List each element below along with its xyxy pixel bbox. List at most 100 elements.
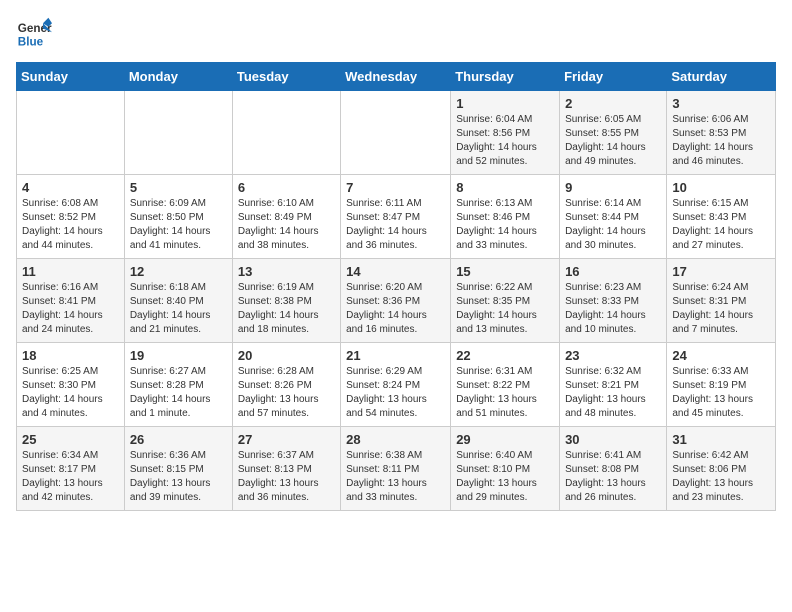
day-info: Sunrise: 6:14 AM Sunset: 8:44 PM Dayligh… bbox=[565, 197, 661, 253]
day-info: Sunrise: 6:04 AM Sunset: 8:56 PM Dayligh… bbox=[456, 113, 554, 169]
day-number: 20 bbox=[238, 348, 335, 363]
weekday-header-saturday: Saturday bbox=[667, 63, 776, 91]
day-number: 17 bbox=[672, 264, 770, 279]
calendar-cell: 26 Sunrise: 6:36 AM Sunset: 8:15 PM Dayli… bbox=[124, 427, 232, 511]
logo-icon: General Blue bbox=[16, 16, 52, 52]
calendar-table: SundayMondayTuesdayWednesdayThursdayFrid… bbox=[16, 62, 776, 511]
calendar-cell: 25 Sunrise: 6:34 AM Sunset: 8:17 PM Dayli… bbox=[17, 427, 125, 511]
day-number: 16 bbox=[565, 264, 661, 279]
day-number: 10 bbox=[672, 180, 770, 195]
day-info: Sunrise: 6:22 AM Sunset: 8:35 PM Dayligh… bbox=[456, 281, 554, 337]
calendar-cell: 1 Sunrise: 6:04 AM Sunset: 8:56 PM Daylig… bbox=[451, 91, 560, 175]
day-number: 19 bbox=[130, 348, 227, 363]
day-number: 31 bbox=[672, 432, 770, 447]
day-number: 3 bbox=[672, 96, 770, 111]
day-info: Sunrise: 6:36 AM Sunset: 8:15 PM Dayligh… bbox=[130, 449, 227, 505]
day-number: 8 bbox=[456, 180, 554, 195]
calendar-cell: 18 Sunrise: 6:25 AM Sunset: 8:30 PM Dayli… bbox=[17, 343, 125, 427]
logo: General Blue bbox=[16, 16, 56, 52]
calendar-cell: 24 Sunrise: 6:33 AM Sunset: 8:19 PM Dayli… bbox=[667, 343, 776, 427]
calendar-cell: 17 Sunrise: 6:24 AM Sunset: 8:31 PM Dayli… bbox=[667, 259, 776, 343]
weekday-header-monday: Monday bbox=[124, 63, 232, 91]
day-info: Sunrise: 6:05 AM Sunset: 8:55 PM Dayligh… bbox=[565, 113, 661, 169]
calendar-cell: 6 Sunrise: 6:10 AM Sunset: 8:49 PM Daylig… bbox=[232, 175, 340, 259]
day-number: 28 bbox=[346, 432, 445, 447]
day-number: 5 bbox=[130, 180, 227, 195]
day-info: Sunrise: 6:25 AM Sunset: 8:30 PM Dayligh… bbox=[22, 365, 119, 421]
day-number: 18 bbox=[22, 348, 119, 363]
day-info: Sunrise: 6:11 AM Sunset: 8:47 PM Dayligh… bbox=[346, 197, 445, 253]
weekday-header-wednesday: Wednesday bbox=[341, 63, 451, 91]
day-info: Sunrise: 6:15 AM Sunset: 8:43 PM Dayligh… bbox=[672, 197, 770, 253]
day-info: Sunrise: 6:31 AM Sunset: 8:22 PM Dayligh… bbox=[456, 365, 554, 421]
calendar-cell: 3 Sunrise: 6:06 AM Sunset: 8:53 PM Daylig… bbox=[667, 91, 776, 175]
day-number: 22 bbox=[456, 348, 554, 363]
weekday-header-tuesday: Tuesday bbox=[232, 63, 340, 91]
calendar-cell: 15 Sunrise: 6:22 AM Sunset: 8:35 PM Dayli… bbox=[451, 259, 560, 343]
day-number: 26 bbox=[130, 432, 227, 447]
day-number: 15 bbox=[456, 264, 554, 279]
calendar-cell: 27 Sunrise: 6:37 AM Sunset: 8:13 PM Dayli… bbox=[232, 427, 340, 511]
day-info: Sunrise: 6:37 AM Sunset: 8:13 PM Dayligh… bbox=[238, 449, 335, 505]
day-number: 21 bbox=[346, 348, 445, 363]
calendar-cell: 19 Sunrise: 6:27 AM Sunset: 8:28 PM Dayli… bbox=[124, 343, 232, 427]
calendar-cell: 21 Sunrise: 6:29 AM Sunset: 8:24 PM Dayli… bbox=[341, 343, 451, 427]
calendar-cell bbox=[232, 91, 340, 175]
day-number: 29 bbox=[456, 432, 554, 447]
day-info: Sunrise: 6:09 AM Sunset: 8:50 PM Dayligh… bbox=[130, 197, 227, 253]
weekday-header-thursday: Thursday bbox=[451, 63, 560, 91]
day-number: 12 bbox=[130, 264, 227, 279]
day-number: 7 bbox=[346, 180, 445, 195]
day-info: Sunrise: 6:20 AM Sunset: 8:36 PM Dayligh… bbox=[346, 281, 445, 337]
calendar-cell: 20 Sunrise: 6:28 AM Sunset: 8:26 PM Dayli… bbox=[232, 343, 340, 427]
calendar-cell bbox=[124, 91, 232, 175]
day-info: Sunrise: 6:29 AM Sunset: 8:24 PM Dayligh… bbox=[346, 365, 445, 421]
day-info: Sunrise: 6:10 AM Sunset: 8:49 PM Dayligh… bbox=[238, 197, 335, 253]
day-info: Sunrise: 6:42 AM Sunset: 8:06 PM Dayligh… bbox=[672, 449, 770, 505]
calendar-cell: 10 Sunrise: 6:15 AM Sunset: 8:43 PM Dayli… bbox=[667, 175, 776, 259]
day-number: 25 bbox=[22, 432, 119, 447]
day-number: 13 bbox=[238, 264, 335, 279]
calendar-cell: 14Sunrise: 6:20 AM Sunset: 8:36 PM Dayli… bbox=[341, 259, 451, 343]
calendar-cell: 16Sunrise: 6:23 AM Sunset: 8:33 PM Dayli… bbox=[560, 259, 667, 343]
calendar-cell: 30 Sunrise: 6:41 AM Sunset: 8:08 PM Dayli… bbox=[560, 427, 667, 511]
calendar-cell: 5 Sunrise: 6:09 AM Sunset: 8:50 PM Daylig… bbox=[124, 175, 232, 259]
day-number: 4 bbox=[22, 180, 119, 195]
calendar-cell: 13 Sunrise: 6:19 AM Sunset: 8:38 PM Dayli… bbox=[232, 259, 340, 343]
day-number: 23 bbox=[565, 348, 661, 363]
day-info: Sunrise: 6:41 AM Sunset: 8:08 PM Dayligh… bbox=[565, 449, 661, 505]
day-number: 24 bbox=[672, 348, 770, 363]
day-info: Sunrise: 6:32 AM Sunset: 8:21 PM Dayligh… bbox=[565, 365, 661, 421]
day-info: Sunrise: 6:13 AM Sunset: 8:46 PM Dayligh… bbox=[456, 197, 554, 253]
day-number: 30 bbox=[565, 432, 661, 447]
calendar-cell: 12 Sunrise: 6:18 AM Sunset: 8:40 PM Dayli… bbox=[124, 259, 232, 343]
calendar-cell: 22 Sunrise: 6:31 AM Sunset: 8:22 PM Dayli… bbox=[451, 343, 560, 427]
day-number: 27 bbox=[238, 432, 335, 447]
day-info: Sunrise: 6:16 AM Sunset: 8:41 PM Dayligh… bbox=[22, 281, 119, 337]
day-number: 1 bbox=[456, 96, 554, 111]
calendar-cell: 11Sunrise: 6:16 AM Sunset: 8:41 PM Dayli… bbox=[17, 259, 125, 343]
calendar-cell: 23 Sunrise: 6:32 AM Sunset: 8:21 PM Dayli… bbox=[560, 343, 667, 427]
day-info: Sunrise: 6:33 AM Sunset: 8:19 PM Dayligh… bbox=[672, 365, 770, 421]
calendar-cell: 2 Sunrise: 6:05 AM Sunset: 8:55 PM Daylig… bbox=[560, 91, 667, 175]
calendar-cell: 7 Sunrise: 6:11 AM Sunset: 8:47 PM Daylig… bbox=[341, 175, 451, 259]
day-info: Sunrise: 6:28 AM Sunset: 8:26 PM Dayligh… bbox=[238, 365, 335, 421]
calendar-cell: 8 Sunrise: 6:13 AM Sunset: 8:46 PM Daylig… bbox=[451, 175, 560, 259]
day-info: Sunrise: 6:34 AM Sunset: 8:17 PM Dayligh… bbox=[22, 449, 119, 505]
calendar-cell: 28Sunrise: 6:38 AM Sunset: 8:11 PM Dayli… bbox=[341, 427, 451, 511]
svg-text:Blue: Blue bbox=[18, 36, 44, 49]
day-number: 9 bbox=[565, 180, 661, 195]
day-info: Sunrise: 6:18 AM Sunset: 8:40 PM Dayligh… bbox=[130, 281, 227, 337]
day-info: Sunrise: 6:19 AM Sunset: 8:38 PM Dayligh… bbox=[238, 281, 335, 337]
weekday-header-sunday: Sunday bbox=[17, 63, 125, 91]
calendar-cell: 29 Sunrise: 6:40 AM Sunset: 8:10 PM Dayli… bbox=[451, 427, 560, 511]
calendar-cell: 4Sunrise: 6:08 AM Sunset: 8:52 PM Daylig… bbox=[17, 175, 125, 259]
day-info: Sunrise: 6:06 AM Sunset: 8:53 PM Dayligh… bbox=[672, 113, 770, 169]
day-info: Sunrise: 6:27 AM Sunset: 8:28 PM Dayligh… bbox=[130, 365, 227, 421]
calendar-cell: 9 Sunrise: 6:14 AM Sunset: 8:44 PM Daylig… bbox=[560, 175, 667, 259]
day-number: 2 bbox=[565, 96, 661, 111]
day-info: Sunrise: 6:40 AM Sunset: 8:10 PM Dayligh… bbox=[456, 449, 554, 505]
day-info: Sunrise: 6:24 AM Sunset: 8:31 PM Dayligh… bbox=[672, 281, 770, 337]
weekday-header-friday: Friday bbox=[560, 63, 667, 91]
day-number: 6 bbox=[238, 180, 335, 195]
